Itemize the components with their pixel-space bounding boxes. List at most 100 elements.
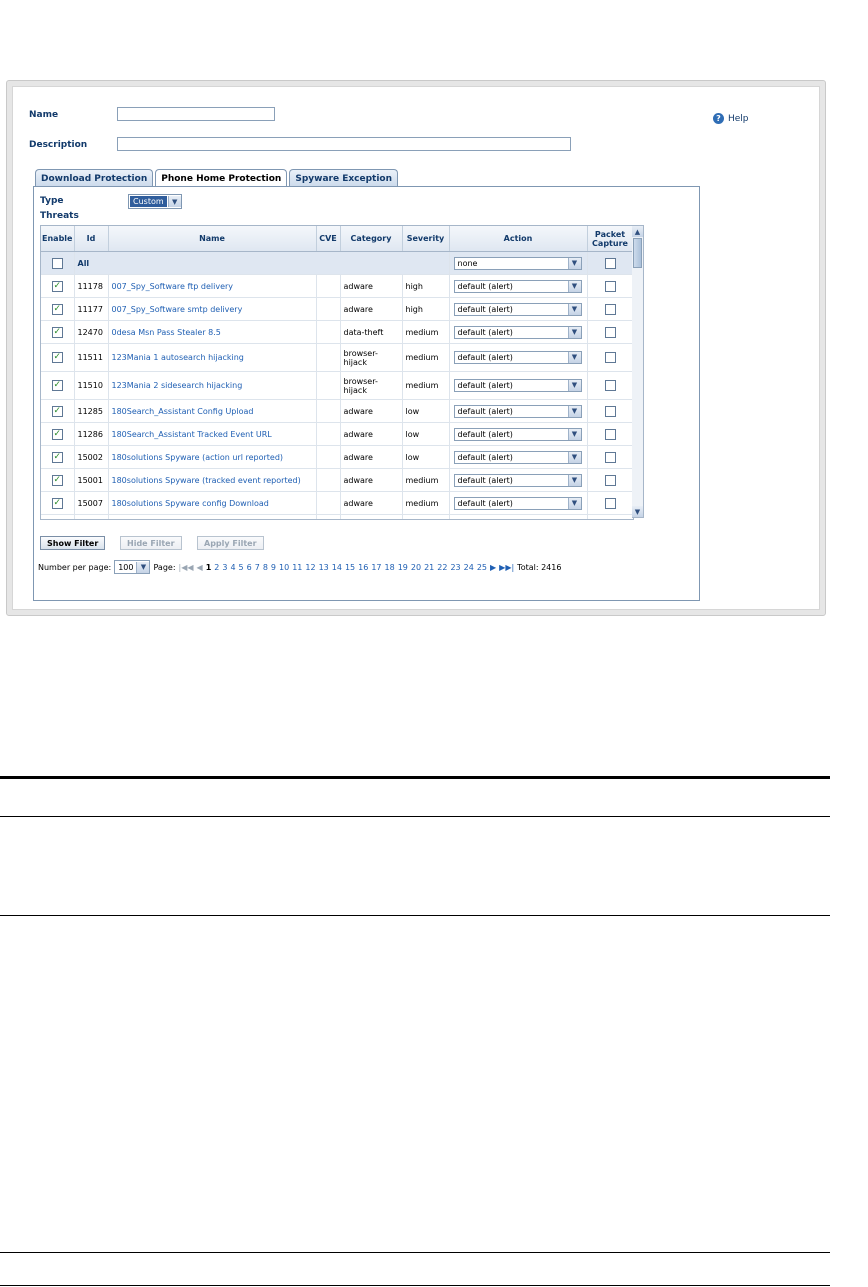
col-header-action[interactable]: Action xyxy=(449,226,588,252)
all-action-select[interactable]: none ▼ xyxy=(453,256,582,270)
action-select[interactable]: default (alert) ▼ xyxy=(453,325,582,339)
page-link[interactable]: 16 xyxy=(358,563,368,572)
page-link[interactable]: 5 xyxy=(239,563,244,572)
threat-severity: high xyxy=(402,274,450,298)
action-select[interactable]: default (alert) ▼ xyxy=(453,427,582,441)
capture-checkbox[interactable] xyxy=(604,280,616,292)
type-select[interactable]: Custom ▼ xyxy=(128,194,182,209)
hide-filter-button[interactable]: Hide Filter xyxy=(120,536,182,550)
col-header-category[interactable]: Category xyxy=(340,226,403,252)
rule-1 xyxy=(0,816,830,817)
page-link[interactable]: 12 xyxy=(305,563,315,572)
action-select[interactable]: default (alert) ▼ xyxy=(453,496,582,510)
page-link[interactable]: 15 xyxy=(345,563,355,572)
name-field[interactable] xyxy=(117,107,275,121)
page-link[interactable]: 8 xyxy=(263,563,268,572)
page-link[interactable]: 3 xyxy=(222,563,227,572)
enable-checkbox[interactable]: ✓ xyxy=(51,405,63,417)
page-link[interactable]: 4 xyxy=(230,563,235,572)
enable-checkbox[interactable]: ✓ xyxy=(51,451,63,463)
capture-checkbox[interactable] xyxy=(604,497,616,509)
threat-name-link[interactable]: 180solutions Spyware (tracked event repo… xyxy=(108,468,317,492)
action-select[interactable]: default (alert) ▼ xyxy=(453,351,582,364)
capture-checkbox[interactable] xyxy=(604,428,616,440)
col-header-severity[interactable]: Severity xyxy=(402,226,450,252)
action-select[interactable]: default (alert) ▼ xyxy=(453,404,582,418)
enable-checkbox[interactable]: ✓ xyxy=(51,303,63,315)
table-row-all: All none ▼ xyxy=(41,251,633,275)
show-filter-button[interactable]: Show Filter xyxy=(40,536,106,550)
all-capture-checkbox[interactable] xyxy=(604,257,616,269)
page-link[interactable]: 7 xyxy=(255,563,260,572)
action-cell: default (alert) ▼ xyxy=(449,445,588,469)
enable-checkbox[interactable]: ✓ xyxy=(51,280,63,292)
capture-checkbox[interactable] xyxy=(604,303,616,315)
action-select[interactable]: default (alert) ▼ xyxy=(453,302,582,316)
enable-checkbox[interactable]: ✓ xyxy=(51,474,63,486)
threat-name-link[interactable]: 180Search_Assistant Tracked Event URL xyxy=(108,422,317,446)
threat-name-link[interactable]: 123Mania 2 sidesearch hijacking xyxy=(108,371,317,400)
table-scrollbar[interactable]: ▲ ▼ xyxy=(632,225,644,518)
last-page-icon[interactable]: ▶▶| xyxy=(499,563,514,572)
action-cell: default (alert) ▼ xyxy=(449,297,588,321)
capture-checkbox[interactable] xyxy=(604,352,616,363)
help-link[interactable]: ? Help xyxy=(713,113,749,124)
threat-name-link[interactable]: 180Search_Assistant Config Upload xyxy=(108,399,317,423)
page-link[interactable]: 25 xyxy=(477,563,487,572)
page-link[interactable]: 24 xyxy=(464,563,474,572)
page-link[interactable]: 13 xyxy=(319,563,329,572)
threat-name-link[interactable]: 123Mania 1 autosearch hijacking xyxy=(108,343,317,372)
all-label: All xyxy=(74,251,450,275)
page-link[interactable]: 14 xyxy=(332,563,342,572)
col-header-name[interactable]: Name xyxy=(108,226,317,252)
next-page-icon[interactable]: ▶ xyxy=(490,563,496,572)
page-link[interactable]: 2 xyxy=(214,563,219,572)
page-link[interactable]: 23 xyxy=(450,563,460,572)
threat-name-link[interactable]: 007_Spy_Software ftp delivery xyxy=(108,274,317,298)
all-enable-checkbox[interactable] xyxy=(51,257,63,269)
page-link[interactable]: 6 xyxy=(247,563,252,572)
scroll-thumb[interactable] xyxy=(633,238,642,268)
enable-cell: ✓ xyxy=(41,399,75,423)
enable-checkbox[interactable]: ✓ xyxy=(51,380,63,391)
page-link[interactable]: 20 xyxy=(411,563,421,572)
page-link[interactable]: 9 xyxy=(271,563,276,572)
action-select[interactable]: default (alert) ▼ xyxy=(453,279,582,293)
capture-checkbox[interactable] xyxy=(604,405,616,417)
table-row-partial xyxy=(41,514,633,519)
page-link[interactable]: 18 xyxy=(385,563,395,572)
action-select[interactable]: default (alert) ▼ xyxy=(453,379,582,392)
col-header-id[interactable]: Id xyxy=(74,226,109,252)
threat-name-link[interactable]: 180solutions Spyware config Download xyxy=(108,491,317,515)
capture-checkbox[interactable] xyxy=(604,380,616,391)
per-page-select[interactable]: 100 ▼ xyxy=(114,560,151,574)
action-select[interactable]: default (alert) ▼ xyxy=(453,450,582,464)
capture-checkbox[interactable] xyxy=(604,474,616,486)
page-link[interactable]: 19 xyxy=(398,563,408,572)
enable-checkbox[interactable]: ✓ xyxy=(51,428,63,440)
threat-name-link[interactable]: 0desa Msn Pass Stealer 8.5 xyxy=(108,320,317,344)
page-link[interactable]: 1 xyxy=(206,563,212,572)
first-page-icon[interactable]: |◀◀ xyxy=(179,563,194,572)
enable-checkbox[interactable]: ✓ xyxy=(51,352,63,363)
col-header-enable[interactable]: Enable xyxy=(41,226,75,252)
scroll-down-icon[interactable]: ▼ xyxy=(632,506,643,517)
prev-page-icon[interactable]: ◀ xyxy=(197,563,203,572)
capture-checkbox[interactable] xyxy=(604,326,616,338)
col-header-cve[interactable]: CVE xyxy=(316,226,341,252)
page-link[interactable]: 22 xyxy=(437,563,447,572)
action-select[interactable]: default (alert) ▼ xyxy=(453,473,582,487)
page-link[interactable]: 11 xyxy=(292,563,302,572)
page-link[interactable]: 17 xyxy=(371,563,381,572)
capture-checkbox[interactable] xyxy=(604,451,616,463)
scroll-up-icon[interactable]: ▲ xyxy=(632,226,643,237)
apply-filter-button[interactable]: Apply Filter xyxy=(197,536,264,550)
enable-checkbox[interactable]: ✓ xyxy=(51,326,63,338)
page-link[interactable]: 21 xyxy=(424,563,434,572)
description-field[interactable] xyxy=(117,137,571,151)
threat-name-link[interactable]: 007_Spy_Software smtp delivery xyxy=(108,297,317,321)
page-link[interactable]: 10 xyxy=(279,563,289,572)
enable-checkbox[interactable]: ✓ xyxy=(51,497,63,509)
col-header-packet-capture[interactable]: Packet Capture xyxy=(587,226,633,252)
threat-name-link[interactable]: 180solutions Spyware (action url reporte… xyxy=(108,445,317,469)
